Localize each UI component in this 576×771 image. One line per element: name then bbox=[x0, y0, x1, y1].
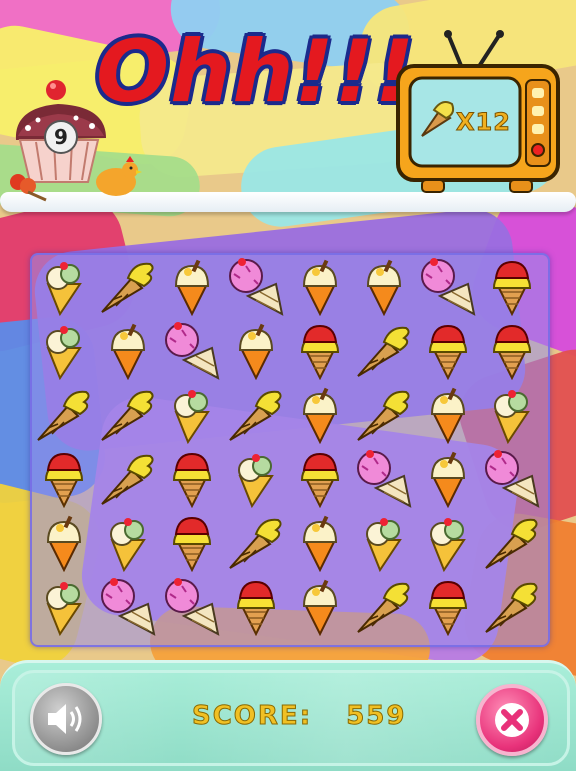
vanilla-pistachio-icecream-tile[interactable] bbox=[34, 256, 94, 317]
yellow-swirl-icecream-tile[interactable] bbox=[354, 384, 414, 444]
yellow-swirl-icecream-tile[interactable] bbox=[482, 512, 542, 572]
strawberry-waffle-icecream-tile[interactable] bbox=[290, 448, 350, 509]
close-icon bbox=[495, 703, 529, 737]
score-label: SCORE: bbox=[191, 701, 313, 732]
vanilla-pistachio-icecream-tile[interactable] bbox=[482, 384, 542, 445]
vanilla-orange-icecream-tile[interactable] bbox=[34, 512, 94, 573]
yellow-swirl-icecream-tile[interactable] bbox=[226, 384, 286, 444]
target-icecream-icon bbox=[421, 101, 455, 137]
yellow-swirl-icecream-tile[interactable] bbox=[98, 448, 158, 508]
vanilla-pistachio-icecream-tile[interactable] bbox=[34, 320, 94, 381]
vanilla-orange-icecream-tile[interactable] bbox=[290, 256, 350, 317]
speaker-icon bbox=[48, 704, 82, 734]
strawberry-waffle-icecream-tile[interactable] bbox=[482, 320, 542, 381]
target-count: X12 bbox=[456, 108, 511, 137]
close-button[interactable] bbox=[476, 684, 548, 756]
vanilla-pistachio-icecream-tile[interactable] bbox=[162, 384, 222, 445]
yellow-swirl-icecream-tile[interactable] bbox=[354, 320, 414, 380]
score-display: SCORE: 559 bbox=[191, 700, 407, 732]
pink-sundae-icecream-tile[interactable] bbox=[226, 256, 286, 316]
strawberry-waffle-icecream-tile[interactable] bbox=[162, 512, 222, 573]
strawberry-waffle-icecream-tile[interactable] bbox=[290, 320, 350, 381]
yellow-swirl-icecream-tile[interactable] bbox=[98, 384, 158, 444]
candy-apple-icon bbox=[10, 174, 47, 202]
chicken-icon bbox=[96, 156, 142, 196]
vanilla-pistachio-icecream-tile[interactable] bbox=[34, 576, 94, 637]
pink-sundae-icecream-tile[interactable] bbox=[162, 320, 222, 380]
yellow-swirl-icecream-tile[interactable] bbox=[482, 576, 542, 636]
yellow-swirl-icecream-tile[interactable] bbox=[34, 384, 94, 444]
yellow-swirl-icecream-tile[interactable] bbox=[226, 512, 286, 572]
combo-message: Ohh!!! bbox=[96, 22, 416, 122]
pink-sundae-icecream-tile[interactable] bbox=[162, 576, 222, 636]
strawberry-waffle-icecream-tile[interactable] bbox=[418, 320, 478, 381]
vanilla-orange-icecream-tile[interactable] bbox=[418, 448, 478, 509]
vanilla-pistachio-icecream-tile[interactable] bbox=[226, 448, 286, 509]
strawberry-waffle-icecream-tile[interactable] bbox=[34, 448, 94, 509]
level-number: 9 bbox=[44, 120, 78, 154]
strawberry-waffle-icecream-tile[interactable] bbox=[226, 576, 286, 637]
vanilla-orange-icecream-tile[interactable] bbox=[290, 576, 350, 637]
yellow-swirl-icecream-tile[interactable] bbox=[354, 576, 414, 636]
sound-toggle-button[interactable] bbox=[30, 683, 102, 755]
vanilla-pistachio-icecream-tile[interactable] bbox=[354, 512, 414, 573]
vanilla-orange-icecream-tile[interactable] bbox=[290, 384, 350, 445]
vanilla-orange-icecream-tile[interactable] bbox=[162, 256, 222, 317]
strawberry-waffle-icecream-tile[interactable] bbox=[162, 448, 222, 509]
vanilla-orange-icecream-tile[interactable] bbox=[354, 256, 414, 317]
vanilla-orange-icecream-tile[interactable] bbox=[98, 320, 158, 381]
vanilla-orange-icecream-tile[interactable] bbox=[290, 512, 350, 573]
pink-sundae-icecream-tile[interactable] bbox=[482, 448, 542, 508]
pink-sundae-icecream-tile[interactable] bbox=[354, 448, 414, 508]
pink-sundae-icecream-tile[interactable] bbox=[418, 256, 478, 316]
vanilla-orange-icecream-tile[interactable] bbox=[226, 320, 286, 381]
vanilla-pistachio-icecream-tile[interactable] bbox=[418, 512, 478, 573]
strawberry-waffle-icecream-tile[interactable] bbox=[418, 576, 478, 637]
strawberry-waffle-icecream-tile[interactable] bbox=[482, 256, 542, 317]
pink-sundae-icecream-tile[interactable] bbox=[98, 576, 158, 636]
vanilla-orange-icecream-tile[interactable] bbox=[418, 384, 478, 445]
score-value: 559 bbox=[346, 701, 407, 732]
vanilla-pistachio-icecream-tile[interactable] bbox=[98, 512, 158, 573]
yellow-swirl-icecream-tile[interactable] bbox=[98, 256, 158, 316]
